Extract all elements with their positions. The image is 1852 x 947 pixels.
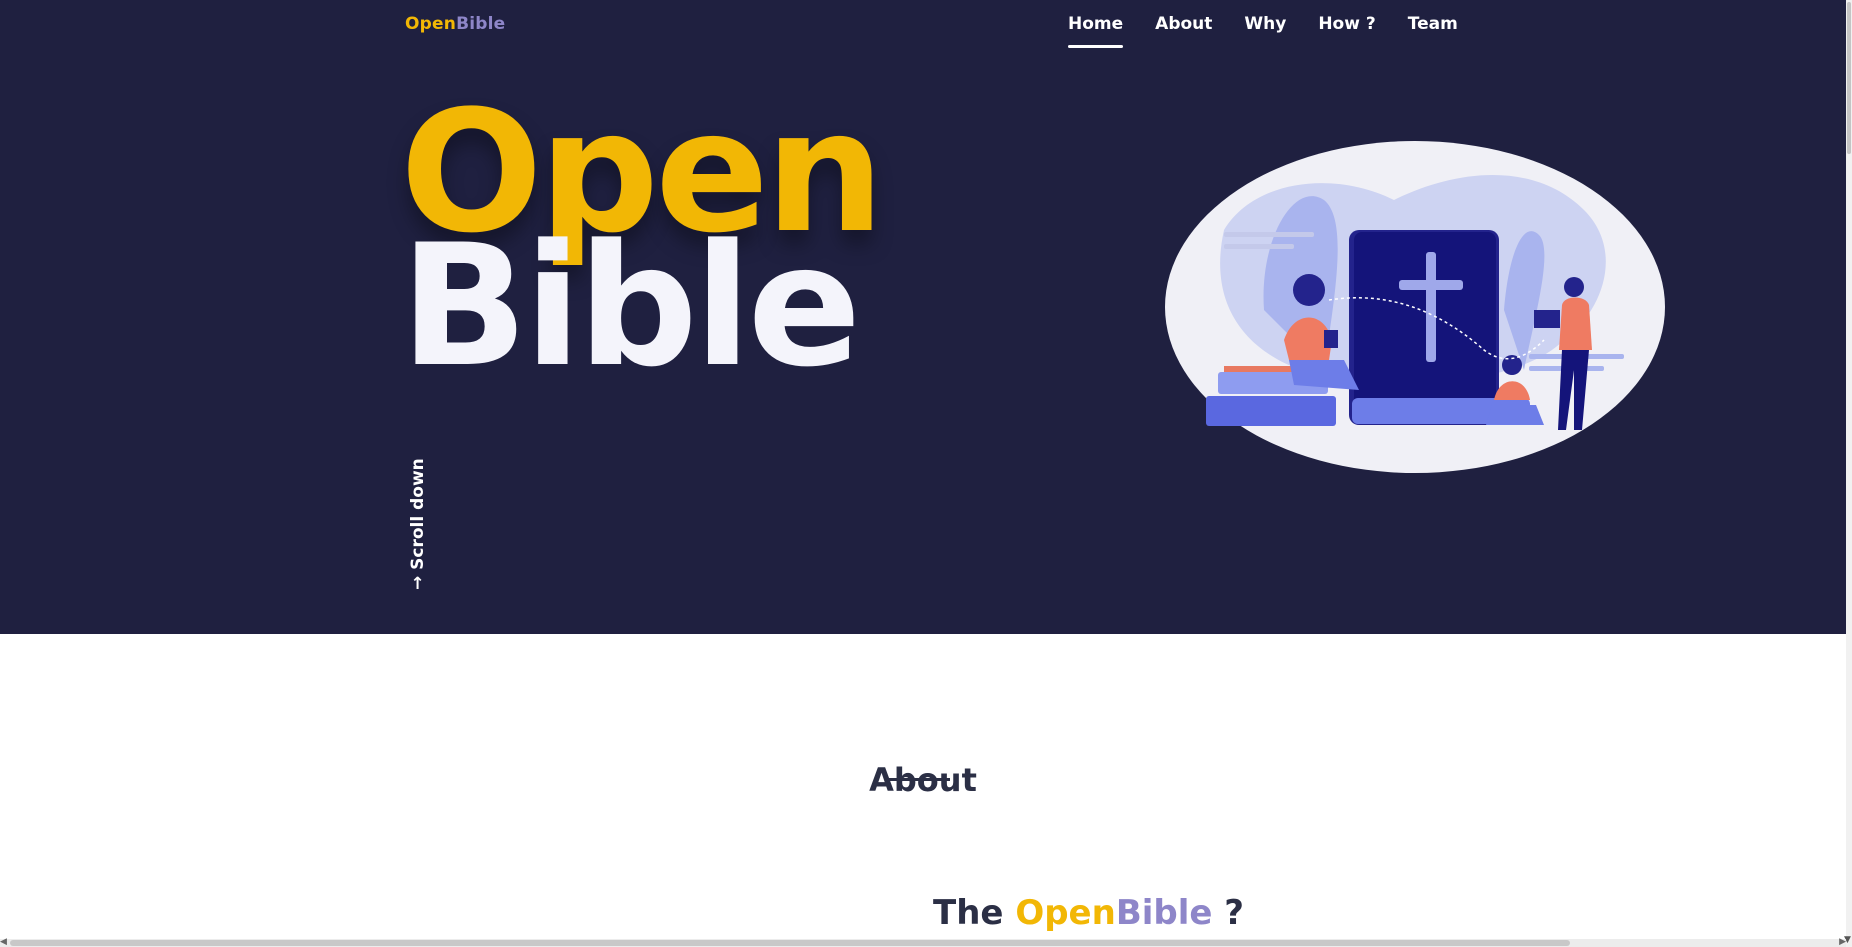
nav-item-team[interactable]: Team (1408, 14, 1458, 34)
subtitle-prefix: The (933, 893, 1004, 933)
main-nav: Home About Why How ? Team (1068, 14, 1490, 48)
subtitle-bible: Bible (1115, 893, 1213, 933)
horizontal-scrollbar[interactable]: ◀ ▶ (0, 937, 1846, 947)
nav-item-home[interactable]: Home (1068, 14, 1124, 48)
subtitle-suffix: ? (1224, 893, 1245, 933)
brand-open: Open (405, 14, 457, 34)
scroll-right-arrow-icon[interactable]: ▶ (1839, 937, 1846, 947)
hero-section: OpenBible Home About Why How ? Team Open… (0, 0, 1846, 634)
bible-reading-illustration (1165, 141, 1665, 473)
hero-title-bible: Bible (400, 208, 861, 404)
nav-item-about[interactable]: About (1155, 14, 1212, 34)
scroll-down-link[interactable]: → Scroll down (408, 458, 428, 590)
nav-item-why[interactable]: Why (1244, 14, 1286, 34)
vertical-scrollbar-thumb[interactable] (1847, 2, 1851, 154)
nav-item-how[interactable]: How ? (1318, 14, 1375, 34)
subtitle-open: Open (1015, 893, 1116, 933)
horizontal-scrollbar-thumb[interactable] (10, 940, 1570, 946)
about-subtitle: The OpenBible ? (933, 893, 1244, 933)
page: OpenBible Home About Why How ? Team Open… (0, 0, 1852, 947)
brand-logo[interactable]: OpenBible (405, 14, 505, 34)
scroll-left-arrow-icon[interactable]: ◀ (0, 937, 7, 947)
brand-bible: Bible (456, 14, 506, 34)
vertical-scrollbar[interactable]: ▼ (1844, 0, 1852, 947)
about-heading-underline (886, 778, 950, 781)
